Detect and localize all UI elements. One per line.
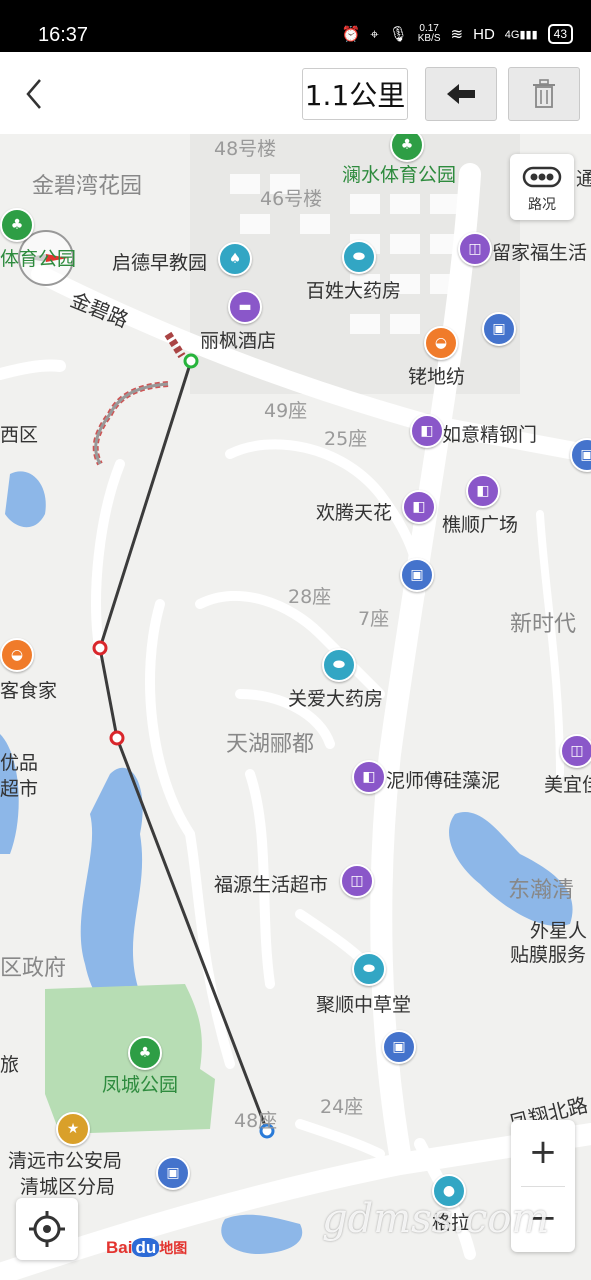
back-button[interactable] bbox=[18, 74, 54, 114]
map-canvas[interactable]: 48号楼 金碧湾花园 澜水体育公园 46号楼 体育公园 启德早教园 百姓大药房 … bbox=[0, 134, 591, 1280]
alarm-icon: ⏰ bbox=[341, 26, 361, 43]
place-label: 通 bbox=[576, 168, 591, 190]
arrow-left-icon bbox=[447, 84, 475, 104]
shop-icon[interactable]: ◧ bbox=[402, 490, 436, 524]
place-label: 贴膜服务 bbox=[510, 944, 587, 966]
zoom-in-button[interactable]: + bbox=[511, 1132, 575, 1172]
tree-icon[interactable]: ♣ bbox=[128, 1036, 162, 1070]
pill-icon[interactable]: ⬬ bbox=[342, 240, 376, 274]
place-label: 泥师傅硅藻泥 bbox=[386, 770, 501, 792]
place-label: 金碧湾花园 bbox=[32, 174, 143, 199]
place-label: 天湖郦都 bbox=[226, 732, 315, 757]
chevron-left-icon bbox=[26, 79, 41, 109]
place-label: 欢腾天花 bbox=[316, 502, 393, 524]
place-label: 外星人 bbox=[530, 920, 588, 942]
place-label: 旅 bbox=[0, 1054, 20, 1076]
shop-icon[interactable]: ◧ bbox=[466, 474, 500, 508]
place-label: 优品 bbox=[0, 752, 39, 774]
shop-icon[interactable]: ◧ bbox=[410, 414, 444, 448]
distance-display: 1.1公里 bbox=[302, 68, 408, 120]
hotel-icon[interactable]: ▬ bbox=[228, 290, 262, 324]
zoom-divider bbox=[521, 1186, 565, 1187]
status-icons: ⏰ ⌖ 🎙 0.17 KB/S ≋ HD 4G▮▮▮ 43 bbox=[342, 24, 573, 44]
basket-icon[interactable]: ◫ bbox=[560, 734, 591, 768]
place-label: 49座 bbox=[264, 400, 308, 422]
battery-icon: 43 bbox=[547, 24, 573, 44]
place-label: 7座 bbox=[358, 608, 390, 630]
place-label: 新时代 bbox=[510, 612, 577, 637]
place-label: 25座 bbox=[324, 428, 368, 450]
traffic-icon bbox=[522, 166, 562, 188]
pill-icon[interactable]: ⬬ bbox=[322, 648, 356, 682]
delete-button[interactable] bbox=[508, 67, 580, 121]
net-speed: 0.17 KB/S bbox=[417, 23, 441, 44]
route-waypoint-node[interactable] bbox=[92, 640, 108, 656]
place-label: 24座 bbox=[320, 1096, 364, 1118]
place-label: 如意精钢门 bbox=[442, 424, 538, 446]
place-label: 客食家 bbox=[0, 680, 58, 702]
trash-icon bbox=[533, 79, 555, 108]
traffic-button[interactable]: 路况 bbox=[510, 154, 574, 220]
bus-icon[interactable]: ▣ bbox=[482, 312, 516, 346]
place-label: 丽枫酒店 bbox=[200, 330, 277, 352]
place-label: 48座 bbox=[234, 1110, 278, 1132]
place-label: 启德早教园 bbox=[112, 252, 208, 274]
status-bar: 16:37 ⏰ ⌖ 🎙 0.17 KB/S ≋ HD 4G▮▮▮ 43 bbox=[0, 0, 591, 52]
watermark: gdmss.com bbox=[322, 1196, 550, 1242]
place-label: 48号楼 bbox=[214, 138, 277, 160]
basket-icon[interactable]: ◫ bbox=[340, 864, 374, 898]
bus-icon[interactable]: ▣ bbox=[382, 1030, 416, 1064]
place-label: 清远市公安局 bbox=[8, 1150, 123, 1172]
bus-icon[interactable]: ▣ bbox=[400, 558, 434, 592]
status-time: 16:37 bbox=[38, 24, 89, 46]
food-icon[interactable]: ◒ bbox=[424, 326, 458, 360]
place-label: 超市 bbox=[0, 778, 39, 800]
route-waypoint-node[interactable] bbox=[109, 730, 125, 746]
police-emblem-icon[interactable]: ★ bbox=[56, 1112, 90, 1146]
place-label: 美宜佳 bbox=[544, 774, 591, 796]
place-label: 凤城公园 bbox=[102, 1074, 179, 1096]
wifi-icon: ≋ bbox=[450, 26, 464, 43]
hd-label: HD bbox=[473, 25, 495, 43]
bus-icon[interactable]: ▣ bbox=[156, 1156, 190, 1190]
baidu-map-logo: Bai du 地图 bbox=[106, 1238, 188, 1257]
sprout-icon[interactable]: ♠ bbox=[218, 242, 252, 276]
basket-icon[interactable]: ◫ bbox=[458, 232, 492, 266]
place-label: 东瀚清 bbox=[508, 878, 575, 903]
food-icon[interactable]: ◒ bbox=[0, 638, 34, 672]
pill-icon[interactable]: ⬬ bbox=[352, 952, 386, 986]
mic-icon: 🎙 bbox=[388, 26, 408, 43]
place-label: 留家福生活 bbox=[492, 242, 588, 264]
place-label: 清城区分局 bbox=[20, 1176, 116, 1198]
place-label: 区政府 bbox=[0, 956, 67, 981]
crosshair-icon bbox=[29, 1211, 65, 1247]
place-label: 西区 bbox=[0, 424, 39, 446]
traffic-label: 路况 bbox=[528, 197, 556, 213]
undo-button[interactable] bbox=[425, 67, 497, 121]
signal-icon: 4G▮▮▮ bbox=[504, 28, 538, 41]
place-label: 体育公园 bbox=[0, 248, 77, 270]
place-label: 聚顺中草堂 bbox=[316, 994, 412, 1016]
route-start-node[interactable] bbox=[183, 353, 199, 369]
location-icon: ⌖ bbox=[370, 25, 379, 43]
place-label: 百姓大药房 bbox=[306, 280, 402, 302]
tree-icon[interactable]: ♣ bbox=[0, 208, 34, 242]
place-label: 樵顺广场 bbox=[442, 514, 519, 536]
place-label: 46号楼 bbox=[260, 188, 323, 210]
place-label: 关爱大药房 bbox=[288, 688, 384, 710]
shop-icon[interactable]: ◧ bbox=[352, 760, 386, 794]
place-label: 福源生活超市 bbox=[214, 874, 329, 896]
locate-button[interactable] bbox=[16, 1198, 78, 1260]
measure-toolbar bbox=[0, 52, 591, 134]
place-label: 铑地纺 bbox=[408, 366, 466, 388]
place-label: 澜水体育公园 bbox=[342, 164, 457, 186]
place-label: 28座 bbox=[288, 586, 332, 608]
